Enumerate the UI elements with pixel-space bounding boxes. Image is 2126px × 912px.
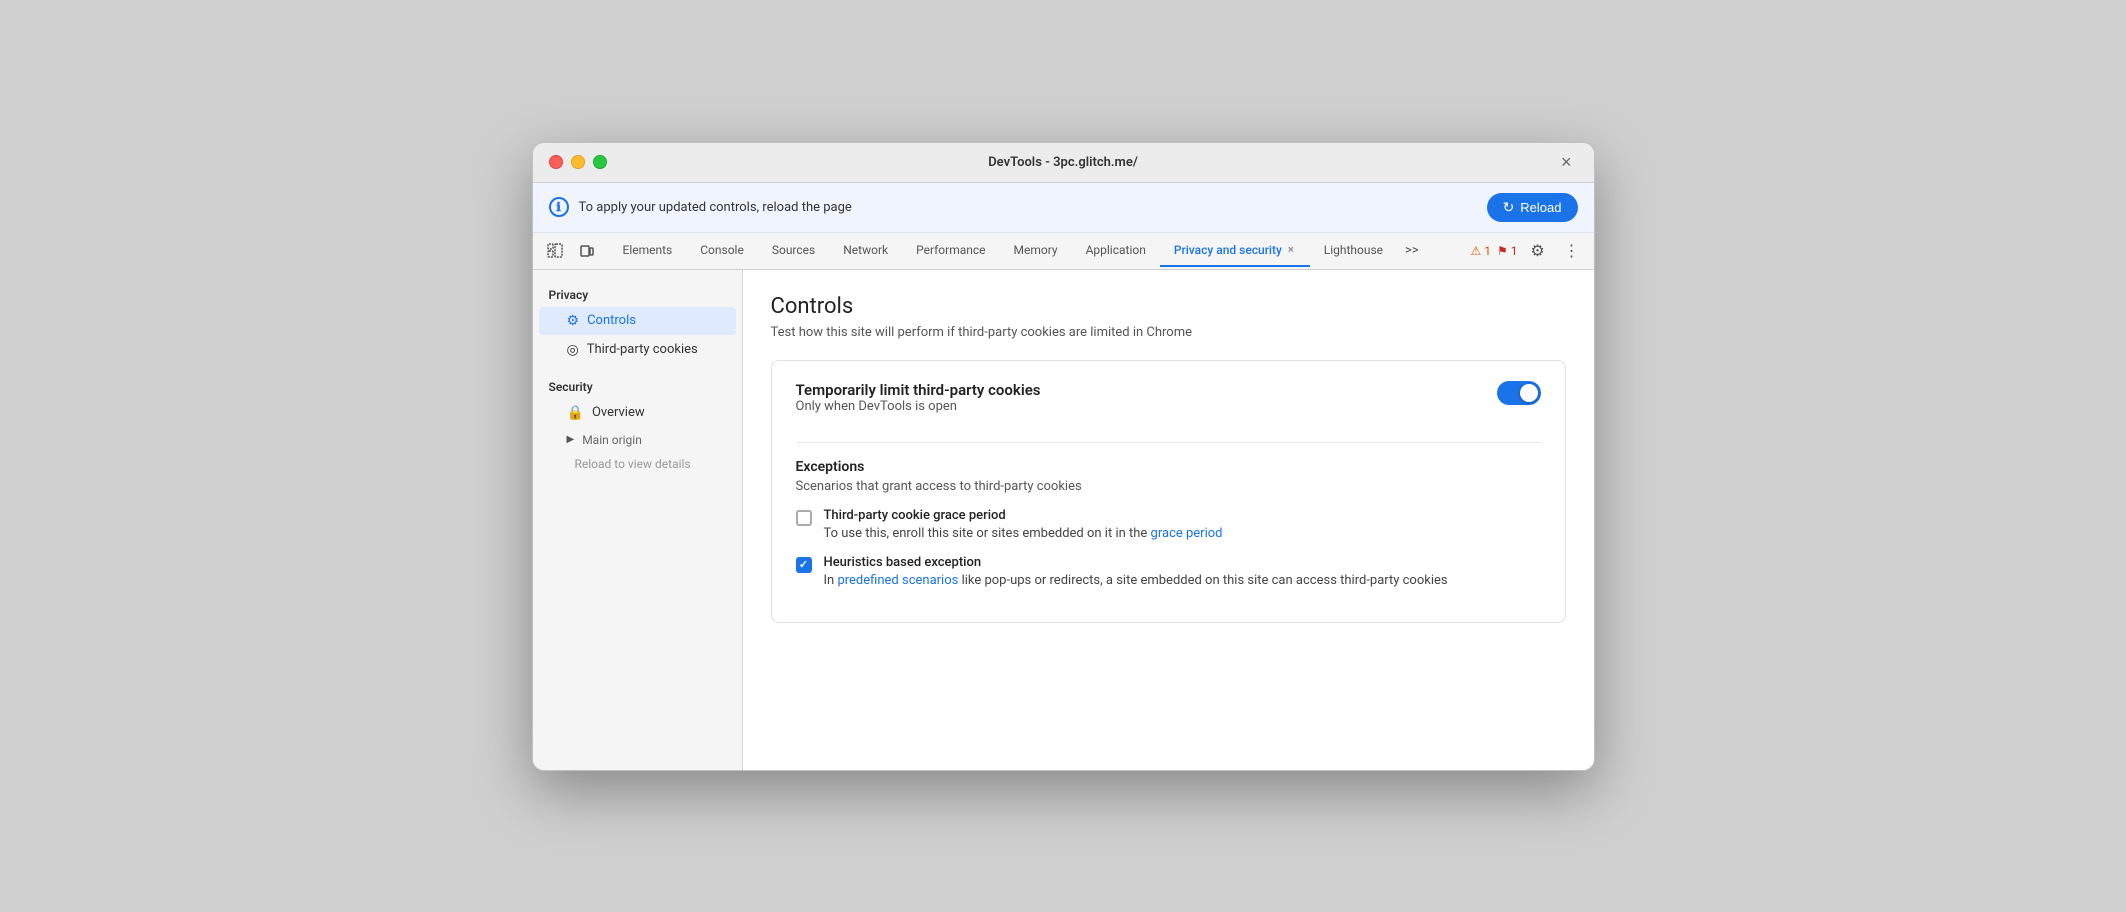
content-panel: Controls Test how this site will perform… [743, 270, 1594, 770]
controls-icon: ⚙ [567, 313, 580, 329]
toggle-track[interactable] [1497, 381, 1541, 405]
error-badge[interactable]: ⚑ 1 [1497, 244, 1518, 258]
heuristics-checkbox[interactable] [796, 557, 812, 573]
card-header: Temporarily limit third-party cookies On… [796, 381, 1541, 430]
minimize-button[interactable] [571, 155, 585, 169]
cookies-icon: ◎ [567, 342, 579, 358]
notification-bar: ℹ To apply your updated controls, reload… [533, 183, 1594, 233]
tabs-bar: Elements Console Sources Network Perform… [533, 233, 1594, 270]
settings-button[interactable]: ⚙ [1524, 237, 1552, 265]
grace-period-checkbox-container[interactable] [796, 510, 812, 526]
grace-period-label-group: Third-party cookie grace period To use t… [824, 508, 1223, 541]
sidebar-item-third-party-cookies[interactable]: ◎ Third-party cookies [539, 336, 736, 364]
controls-card: Temporarily limit third-party cookies On… [771, 360, 1566, 623]
sidebar-reload-hint: Reload to view details [533, 453, 742, 475]
exceptions-title: Exceptions [796, 459, 1541, 475]
sidebar-privacy-label: Privacy [533, 282, 742, 306]
reload-button[interactable]: ↻ Reload [1487, 193, 1578, 222]
page-subtitle: Test how this site will perform if third… [771, 325, 1566, 340]
tab-network[interactable]: Network [829, 235, 902, 267]
toggle-thumb [1520, 384, 1538, 402]
heuristics-desc: In predefined scenarios like pop-ups or … [824, 573, 1448, 588]
notification-text: To apply your updated controls, reload t… [579, 200, 1477, 215]
checkbox-row-heuristics: Heuristics based exception In predefined… [796, 555, 1541, 588]
tab-performance[interactable]: Performance [902, 235, 999, 267]
traffic-lights [549, 155, 607, 169]
reload-icon: ↻ [1503, 199, 1515, 216]
grace-period-title: Third-party cookie grace period [824, 508, 1223, 523]
device-toolbar-icon[interactable] [573, 237, 601, 265]
divider [796, 442, 1541, 443]
lock-icon: 🔒 [567, 405, 584, 421]
card-title-group: Temporarily limit third-party cookies On… [796, 381, 1041, 430]
tab-console[interactable]: Console [686, 235, 758, 267]
heuristics-link[interactable]: predefined scenarios [837, 573, 958, 588]
heuristics-title: Heuristics based exception [824, 555, 1448, 570]
heuristics-label-group: Heuristics based exception In predefined… [824, 555, 1448, 588]
card-desc: Only when DevTools is open [796, 399, 1041, 414]
sidebar-overview-label: Overview [592, 405, 645, 420]
checkbox-row-grace-period: Third-party cookie grace period To use t… [796, 508, 1541, 541]
tab-close-icon[interactable]: × [1286, 243, 1296, 256]
sidebar: Privacy ⚙ Controls ◎ Third-party cookies… [533, 270, 743, 770]
inspect-icon[interactable] [541, 237, 569, 265]
warning-count: 1 [1484, 244, 1491, 258]
heuristics-checkbox-container[interactable] [796, 557, 812, 573]
warning-icon: ⚠ [1470, 244, 1481, 258]
sidebar-security-label: Security [533, 374, 742, 398]
error-count: 1 [1511, 244, 1518, 258]
close-button[interactable] [549, 155, 563, 169]
grace-period-desc: To use this, enroll this site or sites e… [824, 526, 1223, 541]
tab-privacy-and-security[interactable]: Privacy and security × [1160, 235, 1310, 267]
devtools-toolbar-icons [541, 233, 601, 269]
heuristics-desc-suffix: like pop-ups or redirects, a site embedd… [958, 573, 1447, 588]
sidebar-controls-label: Controls [587, 313, 636, 328]
tab-memory[interactable]: Memory [1000, 235, 1072, 267]
grace-period-link[interactable]: grace period [1151, 526, 1223, 541]
titlebar: DevTools - 3pc.glitch.me/ × [533, 143, 1594, 183]
main-content: Privacy ⚙ Controls ◎ Third-party cookies… [533, 270, 1594, 770]
heuristics-desc-prefix: In [824, 573, 838, 588]
tab-sources[interactable]: Sources [758, 235, 829, 267]
grace-period-checkbox[interactable] [796, 510, 812, 526]
more-tabs-button[interactable]: >> [1397, 237, 1427, 264]
sidebar-item-controls[interactable]: ⚙ Controls [539, 307, 736, 335]
exceptions-section: Exceptions Scenarios that grant access t… [796, 459, 1541, 588]
info-icon: ℹ [549, 197, 569, 217]
page-title: Controls [771, 294, 1566, 319]
card-title: Temporarily limit third-party cookies [796, 381, 1041, 399]
grace-period-desc-prefix: To use this, enroll this site or sites e… [824, 526, 1151, 541]
sidebar-item-main-origin[interactable]: ▶ Main origin [539, 428, 736, 452]
limit-cookies-toggle[interactable] [1497, 381, 1541, 405]
window-title: DevTools - 3pc.glitch.me/ [988, 155, 1138, 170]
tab-lighthouse[interactable]: Lighthouse [1310, 235, 1397, 267]
warning-badge[interactable]: ⚠ 1 [1470, 244, 1491, 258]
window-close-button[interactable]: × [1555, 151, 1578, 173]
tab-elements[interactable]: Elements [609, 235, 687, 267]
reload-button-label: Reload [1520, 200, 1561, 215]
devtools-window: DevTools - 3pc.glitch.me/ × ℹ To apply y… [532, 142, 1595, 771]
arrow-icon: ▶ [567, 434, 575, 445]
tab-application[interactable]: Application [1072, 235, 1160, 267]
sidebar-item-overview[interactable]: 🔒 Overview [539, 399, 736, 427]
sidebar-main-origin-label: Main origin [582, 433, 642, 447]
more-options-button[interactable]: ⋮ [1558, 237, 1586, 265]
toolbar-right: ⚠ 1 ⚑ 1 ⚙ ⋮ [1470, 237, 1585, 265]
maximize-button[interactable] [593, 155, 607, 169]
sidebar-cookies-label: Third-party cookies [587, 342, 698, 357]
exceptions-desc: Scenarios that grant access to third-par… [796, 479, 1541, 494]
error-icon: ⚑ [1497, 244, 1508, 258]
